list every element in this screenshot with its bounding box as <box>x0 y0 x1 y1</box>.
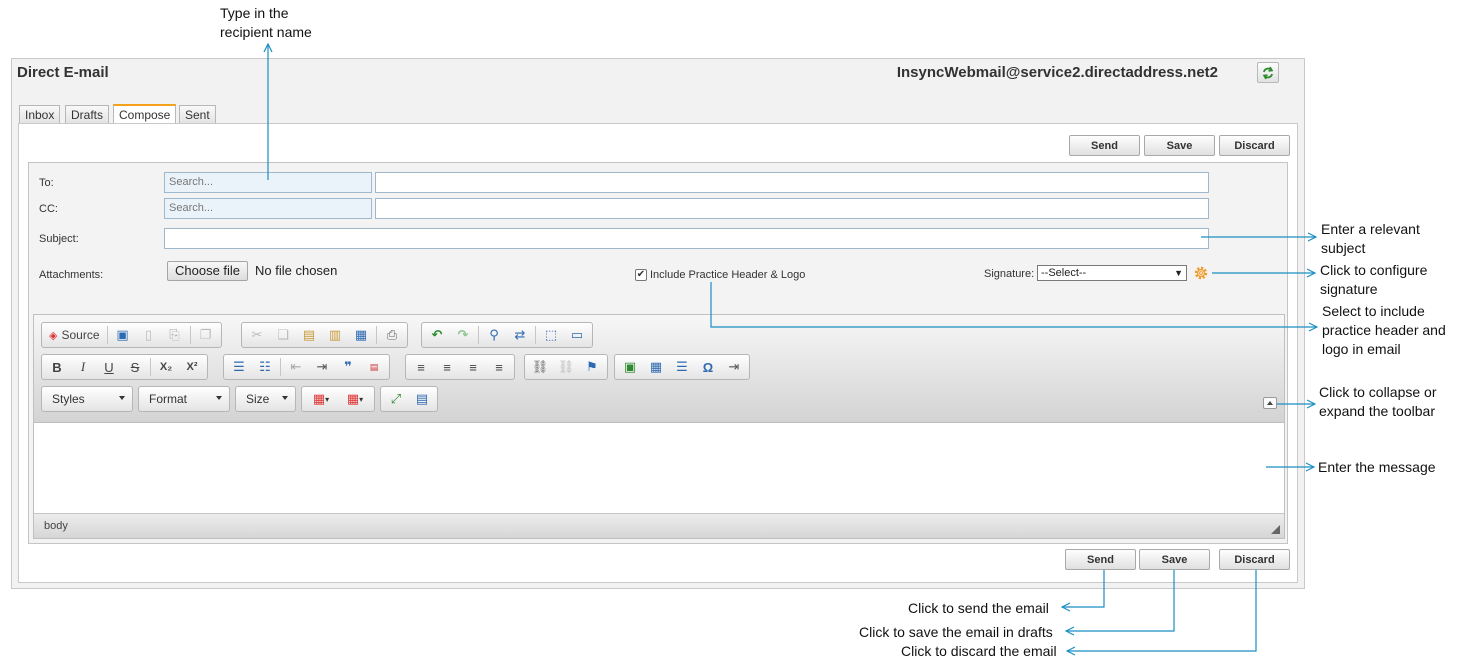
annotation-lines <box>0 0 1458 670</box>
annotation-toolbar: Click to collapse or expand the toolbar <box>1319 384 1437 419</box>
annotation-discard: Click to discard the email <box>901 643 1057 659</box>
annotation-signature: Click to configure signature <box>1320 262 1428 297</box>
annotation-send: Click to send the email <box>908 600 1049 616</box>
annotation-recipient: Type in the recipient name <box>220 5 312 40</box>
annotation-save: Click to save the email in drafts <box>859 624 1053 640</box>
annotation-subject: Enter a relevant subject <box>1321 221 1420 256</box>
annotation-message: Enter the message <box>1318 459 1436 475</box>
annotation-header: Select to include practice header and lo… <box>1322 303 1446 357</box>
